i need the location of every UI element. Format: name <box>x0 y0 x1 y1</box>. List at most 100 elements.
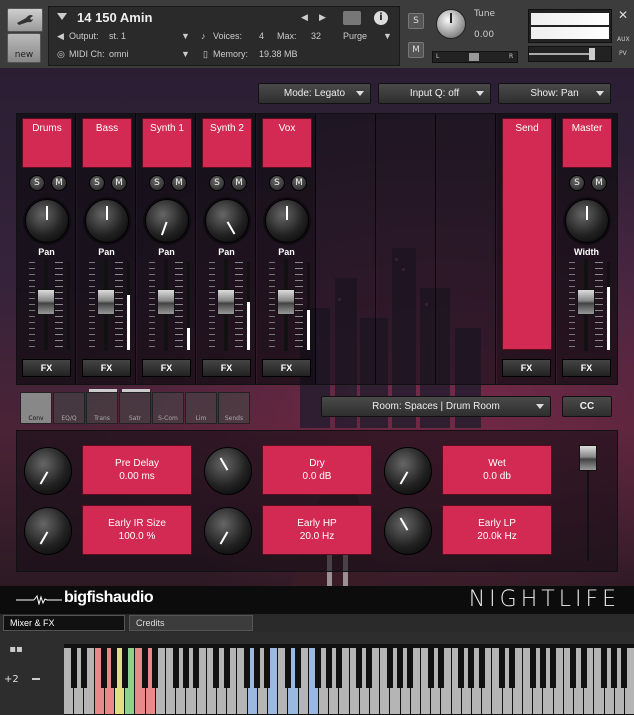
piano-keyboard[interactable] <box>64 644 634 715</box>
midi-value[interactable]: omni <box>109 49 129 59</box>
piano-black-key[interactable] <box>366 648 373 688</box>
param-knob[interactable] <box>24 447 72 495</box>
piano-black-key[interactable] <box>213 648 220 688</box>
piano-black-key[interactable] <box>386 648 393 688</box>
param-display[interactable]: Early LP 20.0k Hz <box>442 505 552 555</box>
channel-name[interactable]: Synth 2 <box>202 118 252 168</box>
volume-fader[interactable] <box>157 288 175 315</box>
piano-black-key[interactable] <box>80 648 87 688</box>
param-knob[interactable] <box>384 507 432 555</box>
piano-black-key[interactable] <box>284 648 291 688</box>
piano-black-key[interactable] <box>101 648 108 688</box>
piano-black-key[interactable] <box>611 648 618 688</box>
solo-button[interactable]: S <box>149 175 165 191</box>
mute-button[interactable]: M <box>408 42 424 58</box>
max-value[interactable]: 32 <box>311 31 321 41</box>
pan-knob[interactable] <box>205 199 249 243</box>
channel-name[interactable]: Bass <box>82 118 132 168</box>
piano-black-key[interactable] <box>601 648 608 688</box>
send-fx-button[interactable]: FX <box>502 359 551 377</box>
piano-black-key[interactable] <box>529 648 536 688</box>
master-name[interactable]: Master <box>562 118 612 168</box>
cc-button[interactable]: CC <box>562 396 612 417</box>
piano-black-key[interactable] <box>397 648 404 688</box>
fx-tab[interactable]: Conv <box>20 392 52 424</box>
param-knob[interactable] <box>204 507 252 555</box>
param-display[interactable]: Pre Delay 0.00 ms <box>82 445 192 495</box>
instrument-collapse-icon[interactable] <box>57 13 67 20</box>
solo-button[interactable]: S <box>408 13 424 29</box>
pan-handle[interactable] <box>469 53 479 61</box>
tune-knob[interactable] <box>436 9 466 39</box>
fx-button[interactable]: FX <box>22 359 71 377</box>
fx-button[interactable]: FX <box>202 359 251 377</box>
pan-knob[interactable] <box>85 199 129 243</box>
volume-fader[interactable] <box>277 288 295 315</box>
param-display[interactable]: Early IR Size 100.0 % <box>82 505 192 555</box>
piano-black-key[interactable] <box>356 648 363 688</box>
fx-mix-fader[interactable] <box>579 445 597 471</box>
output-dropdown-icon[interactable]: ▼ <box>181 31 190 41</box>
piano-black-key[interactable] <box>407 648 414 688</box>
fx-tab[interactable]: Satr <box>119 389 151 424</box>
channel-name[interactable]: Vox <box>262 118 312 168</box>
close-icon[interactable]: ✕ <box>616 8 630 22</box>
param-knob[interactable] <box>204 447 252 495</box>
info-icon[interactable]: i <box>374 11 388 25</box>
prev-instrument-icon[interactable]: ◀ <box>301 12 308 23</box>
piano-black-key[interactable] <box>509 648 516 688</box>
pan-knob[interactable] <box>145 199 189 243</box>
show-dropdown[interactable]: Show: Pan <box>498 83 611 104</box>
solo-button[interactable]: S <box>89 175 105 191</box>
master-fader[interactable] <box>577 288 595 315</box>
master-fx-button[interactable]: FX <box>562 359 611 377</box>
room-dropdown[interactable]: Room: Spaces | Drum Room <box>321 396 551 417</box>
solo-button[interactable]: S <box>569 175 585 191</box>
piano-black-key[interactable] <box>315 648 322 688</box>
pan-knob[interactable] <box>265 199 309 243</box>
piano-black-key[interactable] <box>142 648 149 688</box>
new-button[interactable]: new <box>7 33 41 63</box>
mute-button[interactable]: M <box>591 175 607 191</box>
volume-fader[interactable] <box>97 288 115 315</box>
piano-black-key[interactable] <box>70 648 77 688</box>
camera-icon[interactable] <box>343 11 361 25</box>
piano-black-key[interactable] <box>570 648 577 688</box>
instrument-name[interactable]: 14 150 Amin <box>77 10 152 25</box>
midi-dropdown-icon[interactable]: ▼ <box>181 49 190 59</box>
piano-black-key[interactable] <box>621 648 628 688</box>
purge-button[interactable]: Purge <box>343 31 367 41</box>
fx-button[interactable]: FX <box>262 359 311 377</box>
fx-tab[interactable]: Lim <box>185 392 217 424</box>
param-display[interactable]: Wet 0.0 db <box>442 445 552 495</box>
piano-black-key[interactable] <box>325 648 332 688</box>
pan-slider[interactable]: L R <box>432 51 518 63</box>
pan-knob[interactable] <box>25 199 69 243</box>
solo-button[interactable]: S <box>269 175 285 191</box>
send-name[interactable]: Send <box>502 118 552 350</box>
mod-wheel-icon[interactable] <box>32 678 40 680</box>
purge-dropdown-icon[interactable]: ▼ <box>383 31 392 41</box>
param-knob[interactable] <box>24 507 72 555</box>
piano-black-key[interactable] <box>550 648 557 688</box>
aux-button[interactable]: AUX <box>617 36 630 43</box>
volume-fader[interactable] <box>37 288 55 315</box>
piano-black-key[interactable] <box>580 648 587 688</box>
piano-black-key[interactable] <box>254 648 261 688</box>
piano-black-key[interactable] <box>182 648 189 688</box>
piano-black-key[interactable] <box>468 648 475 688</box>
width-knob[interactable] <box>565 199 609 243</box>
piano-black-key[interactable] <box>152 648 159 688</box>
mute-button[interactable]: M <box>291 175 307 191</box>
pitch-wheel-icon[interactable]: ▪▪ <box>4 644 28 664</box>
piano-black-key[interactable] <box>458 648 465 688</box>
piano-black-key[interactable] <box>437 648 444 688</box>
volume-slider[interactable] <box>528 46 612 62</box>
piano-black-key[interactable] <box>295 648 302 688</box>
wrench-button[interactable] <box>7 8 43 32</box>
piano-black-key[interactable] <box>121 648 128 688</box>
fx-tab[interactable]: Sends <box>218 392 250 424</box>
mute-button[interactable]: M <box>171 175 187 191</box>
next-instrument-icon[interactable]: ▶ <box>319 12 326 23</box>
volume-fader[interactable] <box>217 288 235 315</box>
